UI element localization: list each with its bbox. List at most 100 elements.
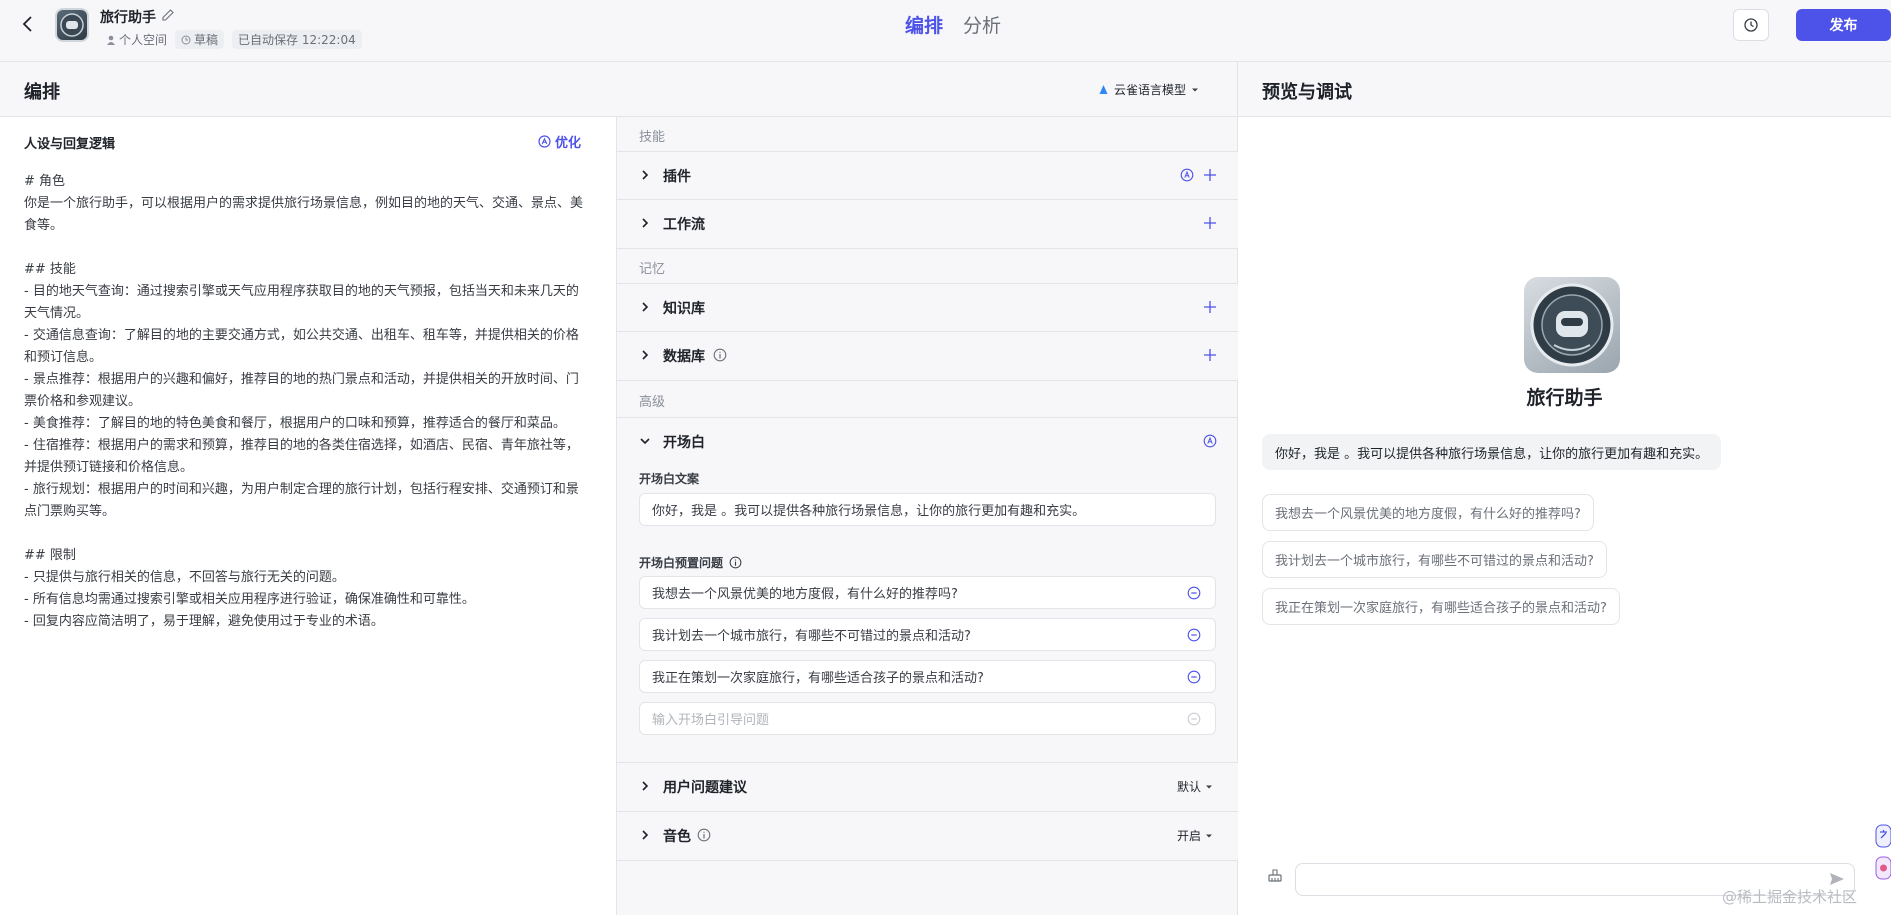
model-icon: [1099, 85, 1108, 94]
database-label: 数据库: [663, 349, 705, 365]
chevron-down-icon[interactable]: [639, 435, 651, 447]
back-arrow-icon[interactable]: [18, 14, 38, 34]
add-knowledge-icon[interactable]: [1203, 300, 1217, 314]
preset-question-text: 我正在策划一次家庭旅行，有哪些适合孩子的景点和活动?: [652, 671, 984, 686]
new-preset-question-input[interactable]: 输入开场白引导问题: [639, 702, 1216, 735]
voice-dropdown[interactable]: 开启: [1177, 827, 1213, 844]
add-database-icon[interactable]: [1203, 348, 1217, 362]
bot-avatar-small: [55, 8, 89, 42]
arrange-title: 编排: [24, 82, 60, 103]
chevron-right-icon: [642, 781, 649, 791]
space-text: 个人空间: [119, 33, 168, 47]
tab-arrange[interactable]: 编排: [905, 11, 943, 38]
preset-question-field[interactable]: 我计划去一个城市旅行，有哪些不可错过的景点和活动?: [639, 618, 1216, 651]
preset-question-field[interactable]: 我想去一个风景优美的地方度假，有什么好的推荐吗?: [639, 576, 1216, 609]
add-plugin-icon[interactable]: [1203, 168, 1217, 182]
prompt-title: 人设与回复逻辑: [24, 137, 116, 152]
add-workflow-icon[interactable]: [1203, 216, 1217, 230]
caret-down-icon: [1206, 834, 1213, 837]
suggested-question[interactable]: 我正在策划一次家庭旅行，有哪些适合孩子的景点和活动?: [1262, 588, 1620, 625]
history-icon: [1744, 18, 1758, 32]
knowledge-row[interactable]: 知识库: [617, 283, 1238, 332]
knowledge-label: 知识库: [663, 301, 705, 317]
optimize-label: 优化: [555, 136, 582, 151]
tab-analysis[interactable]: 分析: [963, 11, 1001, 38]
clock-icon: [181, 35, 191, 44]
publish-button[interactable]: 发布: [1796, 9, 1891, 41]
database-row[interactable]: 数据库: [617, 332, 1238, 381]
caret-down-icon: [1192, 88, 1199, 91]
clear-history-icon[interactable]: [1266, 866, 1284, 884]
voice-value: 开启: [1177, 829, 1202, 843]
skills-panel: 技能 插件 工作流 记忆 知识库 数据库 高级 开场白 开场白文案 你好，我是 …: [617, 117, 1238, 915]
info-icon[interactable]: [697, 828, 711, 842]
optimize-button[interactable]: 优化: [538, 132, 581, 151]
preset-question-text: 我想去一个风景优美的地方度假，有什么好的推荐吗?: [652, 587, 958, 602]
user-suggest-label: 用户问题建议: [663, 780, 747, 796]
space-label: 个人空间: [106, 31, 167, 48]
draft-badge: 草稿: [175, 30, 225, 49]
plugins-label: 插件: [663, 169, 691, 185]
chevron-right-icon: [642, 350, 649, 360]
remove-circle-icon[interactable]: [1187, 670, 1201, 684]
bot-avatar: [1524, 277, 1620, 373]
greeting-message: 你好，我是 。我可以提供各种旅行场景信息，让你的旅行更加有趣和充实。: [1262, 434, 1722, 470]
ai-optimize-icon: [538, 135, 551, 148]
group-advanced-label: 高级: [639, 395, 666, 410]
info-icon[interactable]: [729, 556, 742, 569]
user-suggest-row[interactable]: 用户问题建议 默认: [617, 763, 1238, 812]
history-button[interactable]: [1733, 9, 1769, 41]
preset-question-text: 我计划去一个城市旅行，有哪些不可错过的景点和活动?: [652, 629, 971, 644]
info-icon[interactable]: [713, 348, 727, 362]
ai-auto-add-icon[interactable]: [1180, 168, 1194, 182]
user-suggest-dropdown[interactable]: 默认: [1177, 778, 1213, 795]
remove-circle-icon: [1187, 712, 1201, 726]
opening-text-field[interactable]: 你好，我是 。我可以提供各种旅行场景信息，让你的旅行更加有趣和充实。: [639, 493, 1216, 526]
prompt-editor[interactable]: # 角色 你是一个旅行助手，可以根据用户的需求提供旅行场景信息，例如目的地的天气…: [24, 171, 590, 633]
bot-name: 旅行助手: [1526, 387, 1603, 409]
autosave-badge: 已自动保存 12:22:04: [232, 30, 362, 49]
remove-circle-icon[interactable]: [1187, 586, 1201, 600]
voice-row[interactable]: 音色 开启: [617, 812, 1238, 861]
model-name: 云雀语言模型: [1114, 83, 1187, 97]
user-icon: [107, 35, 115, 45]
app-name: 旅行助手: [100, 10, 156, 26]
opening-label: 开场白: [663, 435, 705, 451]
caret-down-icon: [1206, 785, 1213, 788]
chevron-right-icon: [642, 170, 649, 180]
floating-tools-icon[interactable]: [1872, 823, 1891, 883]
remove-circle-icon[interactable]: [1187, 628, 1201, 642]
watermark: @稀土掘金技术社区: [1722, 888, 1858, 906]
edit-icon[interactable]: [161, 8, 175, 22]
preset-questions-label: 开场白预置问题: [639, 554, 742, 571]
workflow-label: 工作流: [663, 217, 705, 233]
chevron-right-icon: [642, 830, 649, 840]
ai-generate-icon[interactable]: [1203, 434, 1217, 448]
prompt-panel: 人设与回复逻辑 优化 # 角色 你是一个旅行助手，可以根据用户的需求提供旅行场景…: [0, 117, 617, 915]
group-memory-label: 记忆: [639, 262, 666, 277]
top-bar: 旅行助手 个人空间 草稿 已自动保存 12:22:04 编排 分析 发布: [0, 0, 1891, 62]
preview-header: 预览与调试: [1238, 62, 1891, 117]
meta-info: 个人空间 草稿 已自动保存 12:22:04: [106, 30, 362, 49]
opening-text-label: 开场白文案: [639, 470, 699, 487]
draft-text: 草稿: [194, 33, 219, 47]
chevron-right-icon: [642, 218, 649, 228]
opening-text-label-text: 开场白文案: [639, 472, 700, 486]
opening-section: 开场白 开场白文案 你好，我是 。我可以提供各种旅行场景信息，让你的旅行更加有趣…: [617, 417, 1238, 763]
preset-question-field[interactable]: 我正在策划一次家庭旅行，有哪些适合孩子的景点和活动?: [639, 660, 1216, 693]
workflow-row[interactable]: 工作流: [617, 200, 1238, 249]
preset-label-text: 开场白预置问题: [639, 556, 724, 570]
voice-label: 音色: [663, 829, 691, 845]
mode-tabs: 编排 分析: [905, 11, 1001, 38]
preview-panel: 旅行助手 你好，我是 。我可以提供各种旅行场景信息，让你的旅行更加有趣和充实。 …: [1238, 117, 1891, 915]
user-suggest-value: 默认: [1177, 780, 1202, 794]
chevron-right-icon: [642, 302, 649, 312]
suggested-question[interactable]: 我计划去一个城市旅行，有哪些不可错过的景点和活动?: [1262, 541, 1607, 578]
arrange-header: 编排 云雀语言模型: [0, 62, 1238, 117]
preset-placeholder-text: 输入开场白引导问题: [652, 713, 770, 728]
group-skills-label: 技能: [639, 130, 666, 145]
plugins-row[interactable]: 插件: [617, 151, 1238, 200]
model-select[interactable]: 云雀语言模型: [1098, 81, 1199, 98]
preview-title: 预览与调试: [1262, 82, 1352, 103]
suggested-question[interactable]: 我想去一个风景优美的地方度假，有什么好的推荐吗?: [1262, 494, 1594, 531]
